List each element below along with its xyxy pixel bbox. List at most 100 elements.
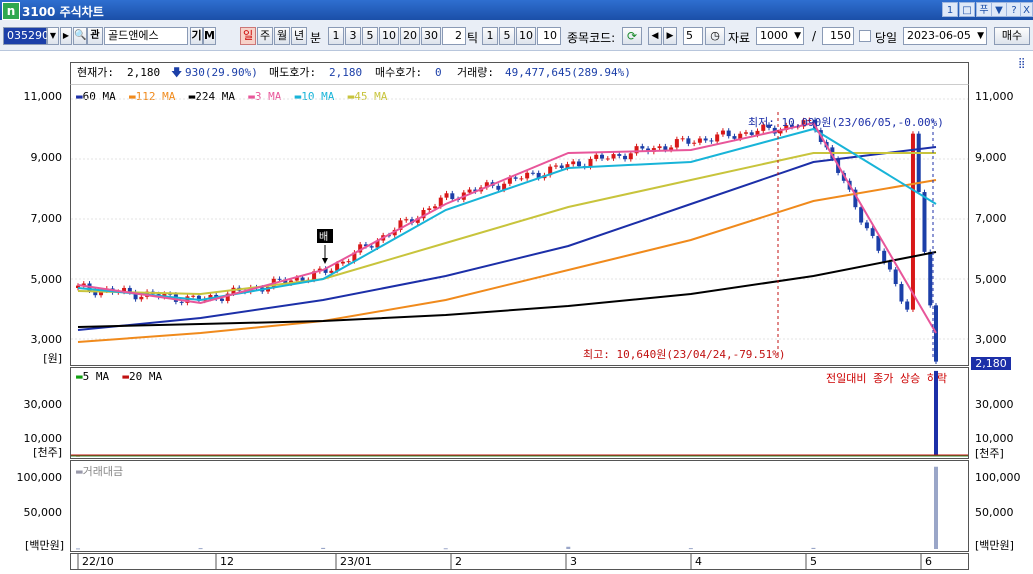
ma-legend-60: ▬60 MA xyxy=(76,90,116,103)
price-panel xyxy=(70,84,969,366)
x-axis-label: 2 xyxy=(455,555,462,568)
tick-10-button[interactable]: 10 xyxy=(516,27,536,45)
down-arrow-icon: 🡇 xyxy=(171,66,183,79)
minute-1-button[interactable]: 1 xyxy=(328,27,344,45)
x-axis-label: 4 xyxy=(695,555,702,568)
window-pin-button[interactable]: 푸 xyxy=(976,2,992,17)
today-checkbox[interactable] xyxy=(859,30,871,42)
x-axis-bar xyxy=(70,553,969,570)
ask-price-label: 매도호가: xyxy=(269,66,317,79)
window-menu-button[interactable]: ▼ xyxy=(991,2,1007,17)
x-axis-label: 6 xyxy=(925,555,932,568)
refresh-icon[interactable]: ⟳ xyxy=(622,27,642,45)
tick-5-button[interactable]: 5 xyxy=(499,27,515,45)
volume-axis-right-10000: 10,000 xyxy=(975,432,1014,445)
minute-10-button[interactable]: 10 xyxy=(379,27,399,45)
ask-price-value: 2,180 xyxy=(329,66,363,79)
amount-axis-right-50000: 50,000 xyxy=(975,506,1014,519)
amount-unit-left: [백만원] xyxy=(25,539,64,552)
next-arrow-icon[interactable]: ▶ xyxy=(663,27,677,45)
price-axis-right-7000: 7,000 xyxy=(975,212,1007,225)
ma-legend-112: ▬112 MA xyxy=(129,90,176,103)
grid-settings-icon[interactable]: ⣿ xyxy=(1018,58,1025,69)
price-axis-left-3000: 3,000 xyxy=(30,333,63,346)
data-label: 자료 xyxy=(728,31,751,45)
period-week-button[interactable]: 주 xyxy=(257,27,273,45)
ma-legend-45: ▬45 MA xyxy=(347,90,388,103)
code-search-label: 종목코드: xyxy=(567,31,616,45)
window-close-button[interactable]: X xyxy=(1020,2,1033,17)
tick-1-button[interactable]: 1 xyxy=(482,27,498,45)
period-year-button[interactable]: 년 xyxy=(291,27,307,45)
prev-arrow-icon[interactable]: ◀ xyxy=(648,27,662,45)
data-count-select[interactable]: 1000 ▼ xyxy=(756,27,804,45)
price-info-bar: 현재가: 2,180 🡇 930(29.90%) 매도호가: 2,180 매수호… xyxy=(70,62,969,84)
price-axis-left-11000: 11,000 xyxy=(23,90,63,103)
price-change: 930(29.90%) xyxy=(185,66,258,79)
stock-name-field[interactable]: 골드앤에스 xyxy=(104,27,188,45)
price-axis-left-9000: 9,000 xyxy=(30,151,63,164)
window-restore-button[interactable]: □ xyxy=(959,2,975,17)
volume-unit-right: [천주] xyxy=(975,447,1004,460)
amount-axis-left-100000: 100,000 xyxy=(16,471,63,484)
window-title: 3100 주식차트 xyxy=(22,5,104,19)
ma-legend: ▬60 MA ▬112 MA ▬224 MA ▬3 MA ▬10 MA ▬45 … xyxy=(76,90,387,103)
period-day-button[interactable]: 일 xyxy=(240,27,256,45)
amount-axis-right-100000: 100,000 xyxy=(975,471,1021,484)
next-stock-icon[interactable]: ▶ xyxy=(60,27,72,45)
stock-info-button[interactable]: 관 xyxy=(87,27,103,45)
x-axis-label: 22/10 xyxy=(82,555,114,568)
today-label: 당일 xyxy=(875,31,898,45)
x-axis-label: 23/01 xyxy=(340,555,372,568)
chevron-down-icon: ▼ xyxy=(794,31,801,41)
ma-legend-224: ▬224 MA xyxy=(188,90,235,103)
bid-price-label: 매수호가: xyxy=(375,66,423,79)
current-price-tag: 2,180 xyxy=(971,357,1011,370)
period-minute-label: 분 xyxy=(310,31,322,45)
clock-icon[interactable]: ◷ xyxy=(705,27,725,45)
volume-axis-right-30000: 30,000 xyxy=(975,398,1014,411)
gi-button[interactable]: 기 xyxy=(190,27,203,45)
price-axis-right-11000: 11,000 xyxy=(975,90,1014,103)
slash-label: / xyxy=(812,29,817,43)
minute-3-button[interactable]: 3 xyxy=(345,27,361,45)
window-number-button[interactable]: 1 xyxy=(942,2,958,17)
amount-axis-left-50000: 50,000 xyxy=(23,506,63,519)
price-axis-left-5000: 5,000 xyxy=(30,273,63,286)
m-button[interactable]: M xyxy=(203,27,216,45)
amount-unit-right: [백만원] xyxy=(975,539,1014,552)
code-dropdown-icon[interactable]: ▼ xyxy=(47,27,59,45)
price-axis-right-3000: 3,000 xyxy=(975,333,1007,346)
custom-minute-input[interactable]: 2 xyxy=(442,27,466,45)
search-icon[interactable]: 🔍 xyxy=(73,27,87,45)
volume-value: 49,477,645(289.94%) xyxy=(505,66,631,79)
x-axis-label: 3 xyxy=(570,555,577,568)
price-axis-right-5000: 5,000 xyxy=(975,273,1007,286)
window-titlebar: n 3100 주식차트 1 □ 푸 ▼ ? X xyxy=(0,0,1033,20)
price-axis-left-7000: 7,000 xyxy=(30,212,63,225)
ma-legend-10: ▬10 MA xyxy=(294,90,335,103)
ma-legend-3: ▬3 MA xyxy=(248,90,282,103)
bid-price-value: 0 xyxy=(435,66,442,79)
volume-label: 거래량: xyxy=(457,66,494,79)
stock-code-input[interactable]: 035290 xyxy=(3,27,49,45)
minute-30-button[interactable]: 30 xyxy=(421,27,441,45)
volume-legend: ▬5 MA ▬20 MA xyxy=(76,370,163,383)
price-unit-left: [원] xyxy=(43,352,62,365)
count-input[interactable]: 5 xyxy=(683,27,703,45)
minute-5-button[interactable]: 5 xyxy=(362,27,378,45)
amount-legend: ▬거래대금 xyxy=(76,465,124,478)
x-axis-label: 5 xyxy=(810,555,817,568)
minute-20-button[interactable]: 20 xyxy=(400,27,420,45)
custom-tick-input[interactable]: 10 xyxy=(537,27,561,45)
period-month-button[interactable]: 월 xyxy=(274,27,290,45)
volume-note: 전일대비 종가 상승 하락 xyxy=(826,372,948,385)
date-picker[interactable]: 2023-06-05 ▼ xyxy=(903,27,987,45)
page-size-input[interactable]: 150 xyxy=(822,27,854,45)
chevron-down-icon: ▼ xyxy=(977,31,984,41)
volume-axis-left-30000: 30,000 xyxy=(23,398,63,411)
buy-button[interactable]: 매수 xyxy=(994,27,1030,45)
amount-panel xyxy=(70,460,969,552)
current-price-value: 2,180 xyxy=(127,66,161,79)
tick-label: 틱 xyxy=(467,31,479,45)
